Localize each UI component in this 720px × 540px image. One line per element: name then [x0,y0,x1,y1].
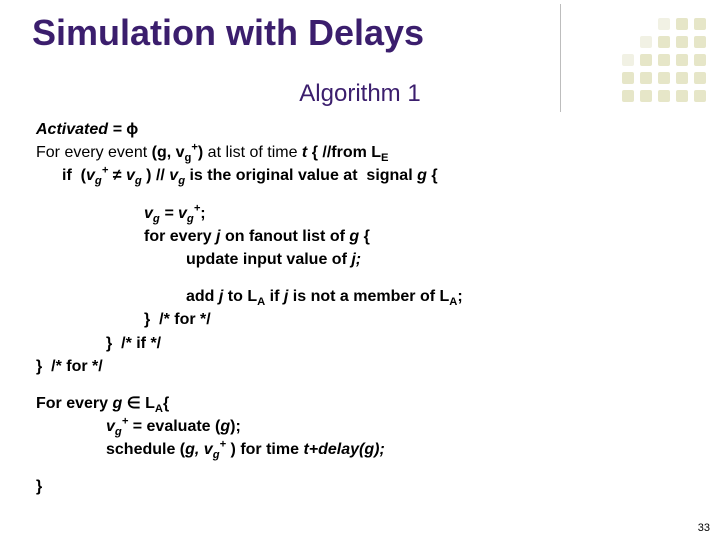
algorithm-body: Activated = ϕ For every event (g, vg+) a… [36,118,690,499]
slide-title: Simulation with Delays [32,12,424,54]
page-number: 33 [698,522,710,534]
slide-subtitle: Algorithm 1 [0,80,720,108]
